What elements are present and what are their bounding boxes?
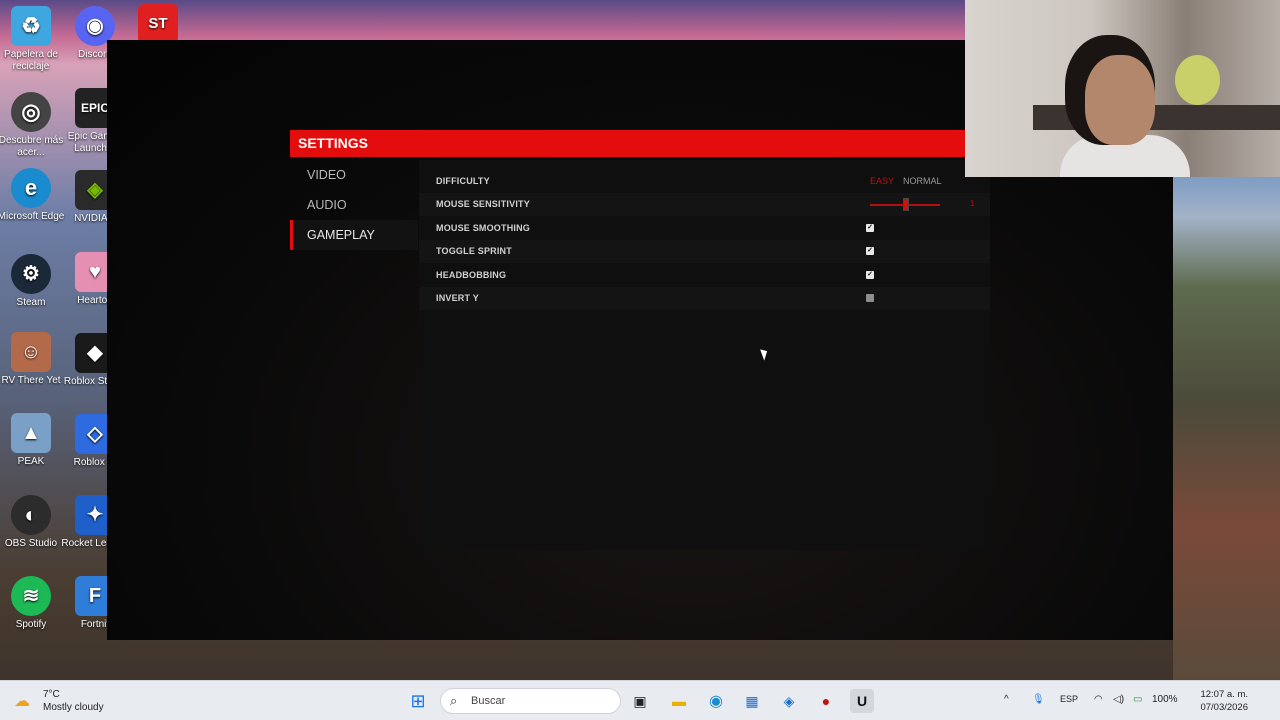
wallpaper-landscape <box>1173 177 1280 680</box>
mouse-smoothing-label: MOUSE SMOOTHING <box>436 223 531 233</box>
rv-there-yet-icon: ☺ <box>11 332 51 372</box>
desktop-icon-label: Steam <box>16 297 46 308</box>
weather-temperature: 7°C <box>43 689 60 700</box>
menu-item-audio[interactable]: AUDIO <box>290 190 418 220</box>
peak-icon: ▲ <box>11 413 51 453</box>
desktop-icon-label: RV There Yet <box>1 375 61 386</box>
setting-row-difficulty: DIFFICULTY EASY NORMAL <box>419 170 990 193</box>
clock[interactable]: 12:07 a. m. 07/03/2026 <box>1190 688 1248 714</box>
desktop-icon-label: Papelera de reciclaje <box>4 49 58 72</box>
menu-item-gameplay[interactable]: GAMEPLAY <box>290 220 418 250</box>
setting-row-mouse-sensitivity: MOUSE SENSITIVITY 1 <box>419 193 990 216</box>
mouse-sensitivity-label: MOUSE SENSITIVITY <box>436 199 530 209</box>
obs-icon: ◐ <box>11 495 51 535</box>
desktop-icon-discover[interactable]: ◎ Descubre más acer... <box>0 92 66 159</box>
webcam-overlay <box>965 0 1280 177</box>
recycle-bin-icon: ♻ <box>11 6 51 46</box>
desktop-icon-rv-there-yet[interactable]: ☺ RV There Yet <box>0 332 66 387</box>
search-box[interactable]: ⌕ Buscar <box>440 688 621 714</box>
volume-icon[interactable]: ◁) <box>1113 694 1124 705</box>
search-placeholder: Buscar <box>471 695 506 707</box>
search-icon: ⌕ <box>450 693 458 708</box>
webcam-plush-toy <box>1175 55 1220 105</box>
difficulty-option-easy[interactable]: EASY <box>870 176 894 186</box>
setting-row-mouse-smoothing: MOUSE SMOOTHING ✓ <box>419 217 990 240</box>
st-app-icon: ST <box>138 4 178 44</box>
desktop-icon-peak[interactable]: ▲ PEAK <box>0 413 66 468</box>
headbobbing-label: HEADBOBBING <box>436 270 507 280</box>
unreal-engine-icon[interactable]: U <box>850 689 874 713</box>
battery-icon[interactable]: ▭ <box>1133 694 1142 705</box>
desktop-icon-spotify[interactable]: ≋ Spotify <box>0 576 66 631</box>
desktop-icon-edge[interactable]: e Microsoft Edge <box>0 168 66 223</box>
headbobbing-checkbox[interactable]: ✓ <box>866 271 874 279</box>
settings-title: SETTINGS <box>298 135 369 151</box>
desktop-icon-label: OBS Studio <box>4 538 58 549</box>
difficulty-option-normal[interactable]: NORMAL <box>903 176 942 186</box>
recorder-icon[interactable]: ● <box>814 689 838 713</box>
clock-time: 12:07 a. m. <box>1200 689 1248 700</box>
mouse-smoothing-checkbox[interactable]: ✓ <box>866 224 874 232</box>
setting-row-headbobbing: HEADBOBBING ✓ <box>419 264 990 287</box>
outlook-icon[interactable]: ◈ <box>777 689 801 713</box>
edge-icon: e <box>11 168 51 208</box>
microphone-icon[interactable]: 🎙 <box>1032 694 1045 705</box>
desktop-icon-steam[interactable]: ⚙ Steam <box>0 254 66 309</box>
toggle-sprint-label: TOGGLE SPRINT <box>436 246 512 256</box>
mouse-sensitivity-slider-handle[interactable] <box>903 198 909 211</box>
desktop-icon-label: Microsoft Edge <box>0 211 65 222</box>
steam-icon: ⚙ <box>11 254 51 294</box>
weather-condition: Mostly cloudy <box>43 702 104 713</box>
discover-icon: ◎ <box>11 92 51 132</box>
desktop-icon-recycle-bin[interactable]: ♻ Papelera de reciclaje <box>0 6 66 73</box>
mouse-sensitivity-value: 1 <box>970 199 975 208</box>
gameplay-settings-panel: DIFFICULTY EASY NORMAL MOUSE SENSITIVITY… <box>419 160 990 550</box>
clock-date: 07/03/2026 <box>1200 702 1248 713</box>
language-indicator[interactable]: ESP <box>1060 694 1078 704</box>
partly-cloudy-icon: ☁ <box>14 693 30 710</box>
desktop-icon-label: PEAK <box>17 456 45 467</box>
menu-item-video[interactable]: VIDEO <box>290 160 418 190</box>
webcam-person-head <box>1085 55 1155 145</box>
difficulty-label: DIFFICULTY <box>436 176 490 186</box>
desktop-icon-label: Spotify <box>15 619 47 630</box>
toggle-sprint-checkbox[interactable]: ✓ <box>866 247 874 255</box>
desktop-icon-label: Descubre más acer... <box>0 135 64 158</box>
task-view-icon[interactable]: ▣ <box>628 689 652 713</box>
battery-percent: 100% <box>1152 694 1178 705</box>
store-icon[interactable]: ▦ <box>740 689 764 713</box>
taskbar: ☁ 7°C Mostly cloudy ⊞ ⌕ Buscar ▣ ▬ ◉ ▦ ◈… <box>0 680 1280 720</box>
settings-menu: VIDEO AUDIO GAMEPLAY <box>290 160 418 250</box>
settings-header: SETTINGS <box>290 130 990 157</box>
desktop-icon-obs[interactable]: ◐ OBS Studio <box>0 495 66 550</box>
invert-y-label: INVERT Y <box>436 293 479 303</box>
wifi-icon[interactable]: ◠ <box>1094 694 1103 705</box>
setting-row-toggle-sprint: TOGGLE SPRINT ✓ <box>419 240 990 263</box>
invert-y-checkbox[interactable] <box>866 294 874 302</box>
spotify-icon: ≋ <box>11 576 51 616</box>
file-explorer-icon[interactable]: ▬ <box>667 689 691 713</box>
start-icon[interactable]: ⊞ <box>406 689 430 713</box>
webcam-shelf <box>1033 105 1280 130</box>
edge-icon[interactable]: ◉ <box>704 689 728 713</box>
chevron-up-icon[interactable]: ^ <box>1004 694 1009 705</box>
setting-row-invert-y: INVERT Y <box>419 287 990 310</box>
